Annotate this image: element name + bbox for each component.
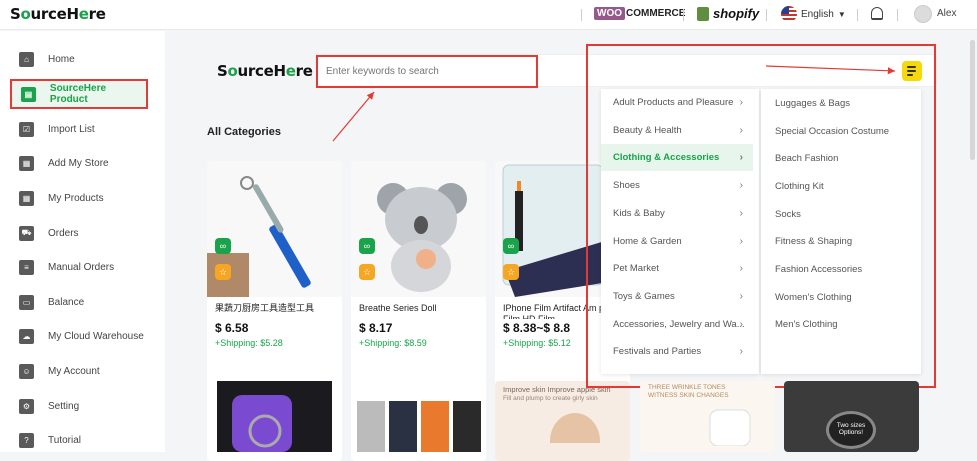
page-scrollbar[interactable] bbox=[970, 40, 975, 160]
annotation-arrows bbox=[332, 65, 896, 142]
